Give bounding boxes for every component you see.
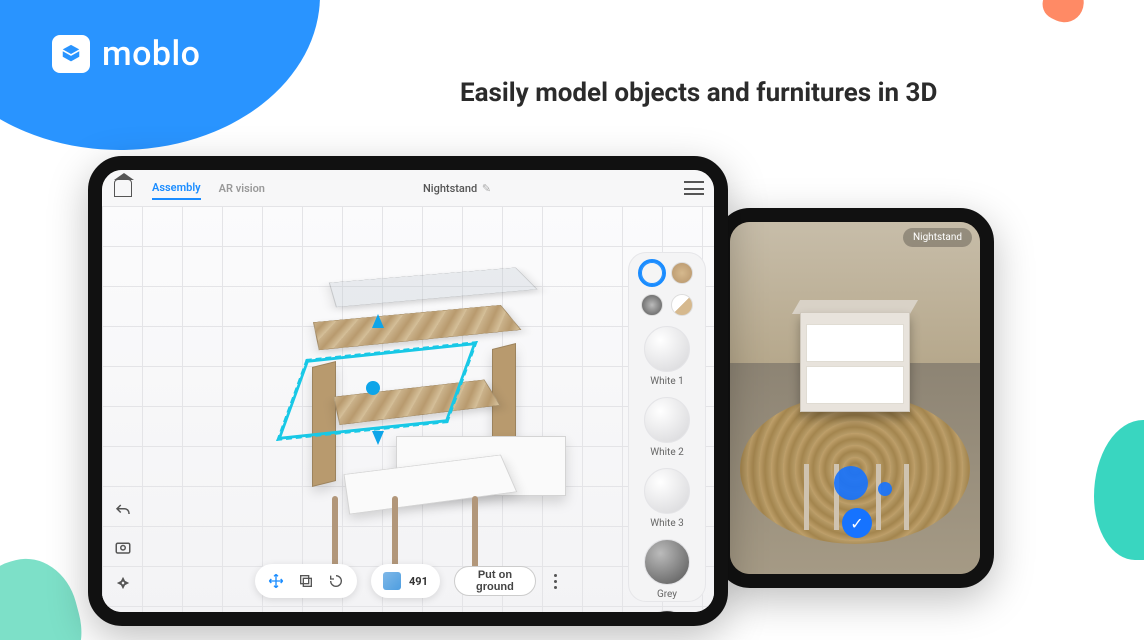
ar-title-overlay: Nightstand (903, 228, 972, 247)
reset-tool-icon[interactable] (327, 572, 345, 590)
check-icon: ✓ (850, 514, 863, 533)
brand-logo-icon (52, 35, 90, 73)
marketing-headline: Easily model objects and furnitures in 3… (460, 78, 937, 108)
move-gizmo-icon[interactable] (366, 381, 380, 395)
tab-ar-vision[interactable]: AR vision (219, 178, 265, 199)
material-item-white2[interactable]: White 2 (644, 397, 690, 458)
put-on-ground-button[interactable]: Put on ground (454, 566, 536, 596)
bottom-toolbar: 491 Put on ground (255, 564, 561, 598)
decor-blob-right (1094, 420, 1144, 560)
finish-swatch-wood[interactable] (671, 262, 693, 284)
decor-blob-top-left (0, 0, 320, 150)
material-panel: White 1 White 2 White 3 Grey (628, 252, 706, 602)
ar-nightstand-model[interactable] (790, 312, 920, 472)
material-label: White 3 (650, 518, 684, 529)
poly-count-pill: 491 (371, 564, 440, 598)
move-up-arrow-icon[interactable] (372, 314, 384, 328)
move-down-arrow-icon[interactable] (372, 431, 384, 445)
undo-icon[interactable] (112, 500, 134, 522)
ar-scene: Nightstand ✓ (730, 222, 980, 574)
material-label: White 2 (650, 447, 684, 458)
duplicate-tool-icon[interactable] (297, 572, 315, 590)
poly-count-value: 491 (409, 575, 428, 588)
ar-confirm-button[interactable]: ✓ (842, 508, 872, 538)
top-bar: Assembly AR vision Nightstand ✎ (102, 170, 714, 206)
material-item-grey[interactable]: Grey (644, 539, 690, 600)
put-on-ground-label: Put on ground (469, 569, 521, 593)
cube-icon (383, 572, 401, 590)
finish-swatch-stone[interactable] (641, 294, 663, 316)
decor-blob-bottom-left (0, 548, 95, 640)
move-tool-icon[interactable] (267, 572, 285, 590)
tab-assembly[interactable]: Assembly (152, 177, 201, 200)
document-title-text: Nightstand (423, 182, 477, 195)
tablet-editor: Assembly AR vision Nightstand ✎ (88, 156, 728, 626)
editor-viewport[interactable]: 491 Put on ground Whi (102, 206, 714, 612)
orbit-icon[interactable] (112, 572, 134, 594)
viewport-left-tools (112, 500, 134, 594)
document-title[interactable]: Nightstand ✎ (423, 182, 491, 195)
finish-swatch-two-tone[interactable] (671, 294, 693, 316)
ar-move-gizmo-icon[interactable] (834, 466, 868, 500)
finish-swatch-white[interactable] (641, 262, 663, 284)
edit-title-icon[interactable]: ✎ (482, 182, 491, 195)
material-item-white1[interactable]: White 1 (644, 326, 690, 387)
menu-icon[interactable] (684, 181, 704, 195)
material-item-white3[interactable]: White 3 (644, 468, 690, 529)
material-label: White 1 (650, 376, 684, 387)
tablet-ar-preview: Nightstand ✓ (716, 208, 994, 588)
more-icon[interactable] (550, 574, 561, 589)
camera-icon[interactable] (112, 536, 134, 558)
home-icon[interactable] (112, 177, 134, 199)
material-label: Grey (657, 589, 677, 600)
material-item-dark[interactable] (644, 610, 690, 612)
decor-blob-top-right (1037, 0, 1090, 29)
transform-tools (255, 564, 357, 598)
brand-name: moblo (102, 34, 200, 74)
brand: moblo (52, 34, 200, 74)
